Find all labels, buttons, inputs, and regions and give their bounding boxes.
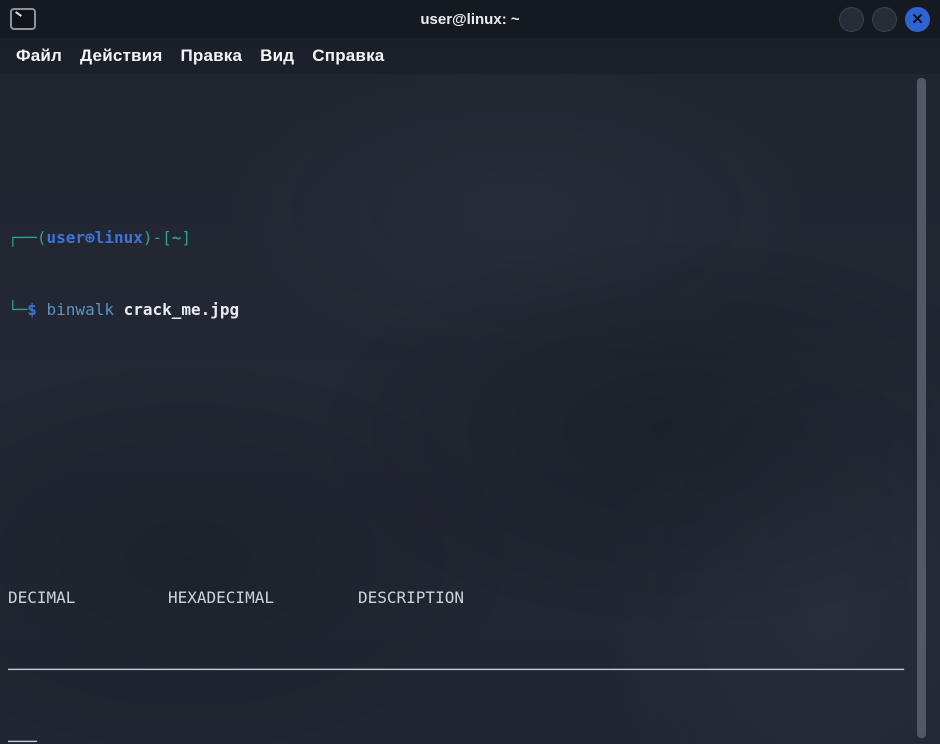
prompt-frame: ]: [181, 228, 191, 247]
menu-view[interactable]: Вид: [251, 42, 303, 70]
binwalk-output-1: DECIMALHEXADECIMALDESCRIPTION ──────────…: [8, 538, 912, 744]
table-separator-wrap: ───: [8, 730, 912, 744]
menubar: Файл Действия Правка Вид Справка: [0, 38, 940, 74]
window-title: user@linux: ~: [0, 11, 940, 28]
prompt-line-top: ┌──(user⊕linux)-[~]: [8, 226, 912, 250]
close-icon: ✕: [911, 12, 924, 27]
column-header-decimal: DECIMAL: [8, 586, 168, 610]
column-header-hexadecimal: HEXADECIMAL: [168, 586, 358, 610]
table-header-row: DECIMALHEXADECIMALDESCRIPTION: [8, 586, 912, 610]
prompt-frame: └─: [8, 300, 27, 319]
minimize-button[interactable]: [839, 7, 864, 32]
kali-at-icon: ⊕: [85, 228, 95, 247]
maximize-button[interactable]: [872, 7, 897, 32]
terminal-viewport[interactable]: ┌──(user⊕linux)-[~] └─$ binwalk crack_me…: [0, 74, 940, 744]
prompt-path: ~: [172, 228, 182, 247]
terminal-app-icon: [10, 8, 36, 30]
prompt-host: linux: [95, 228, 143, 247]
menu-actions[interactable]: Действия: [71, 42, 171, 70]
titlebar: user@linux: ~ ✕: [0, 0, 940, 38]
prompt-user: user: [47, 228, 86, 247]
prompt-frame: ┌──(: [8, 228, 47, 247]
blank-line: [8, 418, 912, 442]
menu-edit[interactable]: Правка: [171, 42, 251, 70]
command-text: binwalk: [47, 300, 124, 319]
prompt-dollar: $: [27, 300, 46, 319]
table-separator: ────────────────────────────────────────…: [8, 658, 912, 682]
menu-help[interactable]: Справка: [303, 42, 393, 70]
command-argument: crack_me.jpg: [124, 300, 240, 319]
window-controls: ✕: [839, 7, 930, 32]
close-button[interactable]: ✕: [905, 7, 930, 32]
prompt-block-1: ┌──(user⊕linux)-[~] └─$ binwalk crack_me…: [8, 178, 912, 370]
menu-file[interactable]: Файл: [7, 42, 71, 70]
prompt-frame: )-[: [143, 228, 172, 247]
column-header-description: DESCRIPTION: [358, 586, 912, 610]
scrollbar[interactable]: [917, 78, 926, 738]
command-line: └─$ binwalk crack_me.jpg: [8, 298, 912, 322]
